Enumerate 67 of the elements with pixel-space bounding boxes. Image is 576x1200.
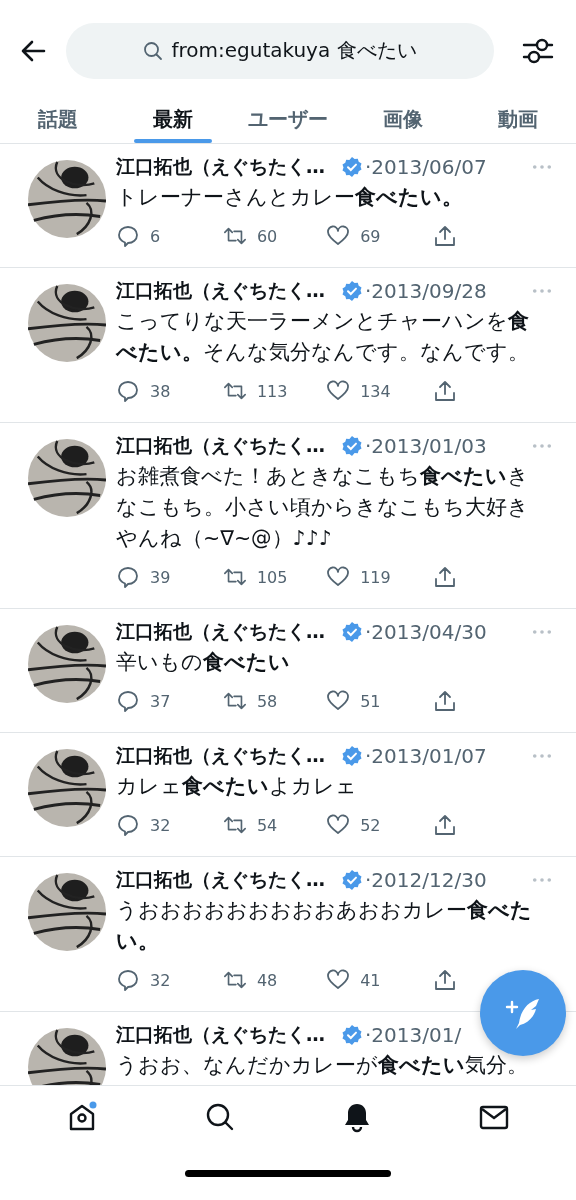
reply-bubble-icon[interactable] <box>116 968 140 992</box>
retweet-count: 113 <box>256 381 288 401</box>
compose-button[interactable] <box>480 970 566 1056</box>
tweet-text: 辛いもの食べたい <box>116 649 291 676</box>
retweet-count: 60 <box>256 226 278 246</box>
author-name: 江口拓也（えぐちたく… <box>116 154 325 179</box>
reply-bubble-icon[interactable] <box>116 813 140 837</box>
reply-count: 32 <box>150 815 171 835</box>
author-name: 江口拓也（えぐちたく… <box>116 743 325 768</box>
search-field[interactable]: from:egutakuya 食べたい <box>66 22 494 79</box>
reply-count: 37 <box>150 691 171 711</box>
like-count: 69 <box>360 226 381 246</box>
tab[interactable]: 画像 <box>345 95 461 143</box>
like-count: 52 <box>360 815 381 835</box>
tweet-text: トレーナーさんとカレー食べたい。 <box>116 184 464 211</box>
like-count: 51 <box>360 691 381 711</box>
tab[interactable]: 話題 <box>0 95 116 143</box>
reply-count: 32 <box>150 970 171 990</box>
retweet-count: 58 <box>256 691 278 711</box>
tweet-date: ·2013/09/28 <box>365 279 487 303</box>
heart-icon[interactable] <box>326 379 351 403</box>
author-name: 江口拓也（えぐちたく… <box>116 1022 325 1047</box>
reply-count: 6 <box>150 226 161 246</box>
share-icon[interactable] <box>433 813 458 837</box>
tweet-text: お雑煮食べた！あときなこもち食べたいきなこもち。小さい頃からきなこもち大好きやんね（~∇~@）♪♪♪ <box>116 463 530 552</box>
author-name: 江口拓也（えぐちたく… <box>116 867 325 892</box>
like-count: 134 <box>360 381 391 401</box>
back-arrow-icon[interactable] <box>20 39 46 62</box>
heart-icon[interactable] <box>326 689 351 713</box>
tweet-text: カレェ食べたいよカレェ <box>116 773 358 800</box>
search-icon <box>143 40 164 61</box>
retweet-count: 105 <box>256 567 288 587</box>
reply-bubble-icon[interactable] <box>116 224 140 248</box>
share-icon[interactable] <box>433 565 458 589</box>
tweet-date: ·2013/01/03 <box>365 434 487 458</box>
reply-count: 39 <box>150 567 171 587</box>
reply-bubble-icon[interactable] <box>116 565 140 589</box>
tweet-text: うおおおおおおおおおあおおカレー食べたい。 <box>116 897 533 955</box>
tweet-date: ·2013/01/ <box>365 1023 462 1047</box>
retweet-count: 54 <box>256 815 278 835</box>
author-name: 江口拓也（えぐちたく… <box>116 433 325 458</box>
settings-sliders-icon[interactable] <box>522 36 554 65</box>
retweet-count: 48 <box>256 970 278 990</box>
author-name: 江口拓也（えぐちたく… <box>116 619 325 644</box>
tweet-date: ·2013/04/30 <box>365 620 487 644</box>
heart-icon[interactable] <box>326 968 351 992</box>
tab[interactable]: ユーザー <box>230 95 346 143</box>
tweet-date: ·2013/06/07 <box>365 155 487 179</box>
tab[interactable]: 動画 <box>460 95 576 143</box>
reply-bubble-icon[interactable] <box>116 379 140 403</box>
share-icon[interactable] <box>433 379 458 403</box>
heart-icon[interactable] <box>326 224 351 248</box>
like-count: 41 <box>360 970 381 990</box>
tweet-date: ·2012/12/30 <box>365 868 487 892</box>
share-icon[interactable] <box>433 968 458 992</box>
like-count: 119 <box>360 567 391 587</box>
heart-icon[interactable] <box>326 565 351 589</box>
tweet-date: ·2013/01/07 <box>365 744 487 768</box>
tweet-text: うおお、なんだかカレーが食べたい気分。 <box>116 1052 529 1079</box>
tab[interactable]: 最新 <box>115 95 231 143</box>
share-icon[interactable] <box>433 689 458 713</box>
share-icon[interactable] <box>433 224 458 248</box>
author-name: 江口拓也（えぐちたく… <box>116 278 325 303</box>
reply-bubble-icon[interactable] <box>116 689 140 713</box>
reply-count: 38 <box>150 381 171 401</box>
heart-icon[interactable] <box>326 813 351 837</box>
tweet-text: こってりな天一ラーメンとチャーハンを食べたい。そんな気分なんです。なんです。 <box>116 308 530 366</box>
